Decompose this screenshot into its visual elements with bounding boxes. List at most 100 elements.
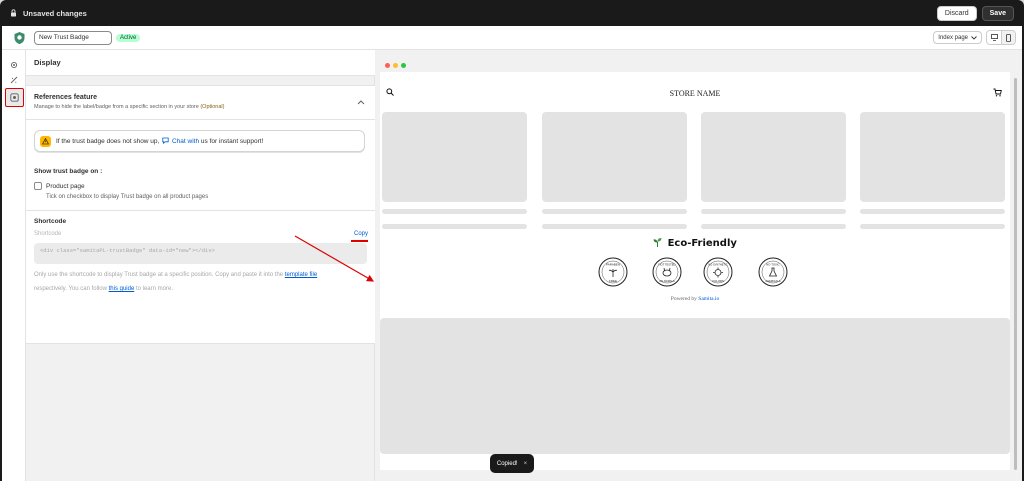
product-title-placeholder bbox=[860, 209, 1005, 214]
store-header: STORE NAME bbox=[380, 84, 1010, 102]
product-title-placeholder bbox=[382, 209, 527, 214]
eco-title-text: Eco-Friendly bbox=[667, 238, 737, 249]
references-subtitle: Manage to hide the label/badge from a sp… bbox=[34, 104, 364, 110]
svg-text:PARABEN: PARABEN bbox=[606, 263, 620, 267]
magic-icon bbox=[10, 76, 18, 84]
product-price-placeholder bbox=[382, 224, 527, 229]
badge-name-input[interactable] bbox=[34, 30, 112, 45]
display-icon bbox=[10, 93, 19, 102]
not-tested-on-animals-badge-icon: NOT TESTED ON ANIMALS bbox=[652, 257, 682, 287]
product-page-help: Tick on checkbox to display Trust badge … bbox=[46, 194, 209, 200]
annotation-arrow bbox=[294, 235, 375, 282]
store-name: STORE NAME bbox=[669, 88, 721, 98]
shortcode-label: Shortcode bbox=[34, 231, 62, 237]
alert-text-after: us for instant support! bbox=[200, 138, 264, 145]
shortcode-help-text-3: to learn more. bbox=[135, 286, 173, 292]
shortcode-help-line1: Only use the shortcode to display Trust … bbox=[34, 272, 317, 278]
warning-icon bbox=[40, 135, 51, 147]
paraben-free-badge-icon: PARABEN FREE bbox=[598, 257, 628, 287]
svg-text:ON ANIMALS: ON ANIMALS bbox=[659, 280, 675, 283]
alert-text-before: If the trust badge does not show up, bbox=[56, 138, 160, 145]
powered-by: Powered by Samita.io bbox=[380, 296, 1010, 302]
browser-frame: STORE NAME Eco-Friendly PARABEN FREE NOT… bbox=[380, 58, 1010, 470]
chevron-down-icon bbox=[971, 35, 977, 40]
product-image-placeholder bbox=[542, 112, 687, 202]
content-placeholder bbox=[380, 318, 1010, 454]
unsaved-changes-title: Unsaved changes bbox=[23, 8, 87, 18]
product-title-placeholder bbox=[542, 209, 687, 214]
toast-close-icon[interactable]: × bbox=[524, 461, 528, 467]
product-price-placeholder bbox=[860, 224, 1005, 229]
sprout-icon bbox=[653, 238, 662, 247]
store-preview: STORE NAME Eco-Friendly PARABEN FREE NOT… bbox=[375, 50, 1022, 481]
guide-link[interactable]: this guide bbox=[109, 286, 135, 292]
support-alert: If the trust badge does not show up, Cha… bbox=[34, 130, 365, 152]
toast-text: Copied! bbox=[496, 460, 518, 467]
powered-by-text: Powered by bbox=[670, 296, 697, 302]
product-image-placeholder bbox=[382, 112, 527, 202]
svg-text:FREE: FREE bbox=[609, 279, 617, 283]
references-header[interactable]: References feature Manage to hide the la… bbox=[34, 94, 364, 110]
preview-scrollbar[interactable] bbox=[1014, 78, 1017, 470]
mobile-view-button[interactable] bbox=[1001, 31, 1015, 44]
divider bbox=[26, 210, 375, 211]
status-badge: Active bbox=[116, 33, 141, 42]
lock-icon bbox=[11, 9, 16, 17]
svg-text:NO SYNTHETIC: NO SYNTHETIC bbox=[708, 263, 727, 267]
mobile-icon bbox=[1006, 33, 1011, 42]
device-toggle bbox=[986, 30, 1016, 45]
references-subtitle-text: Manage to hide the label/badge from a sp… bbox=[34, 104, 199, 110]
design-rail-button[interactable] bbox=[7, 73, 21, 87]
page-select-value: Index page bbox=[938, 34, 968, 41]
samita-logo-icon bbox=[14, 31, 24, 44]
svg-text:COLORS: COLORS bbox=[712, 279, 724, 283]
product-image-placeholder bbox=[860, 112, 1005, 202]
shortcode-help-text: Only use the shortcode to display Trust … bbox=[34, 272, 284, 278]
chat-link[interactable]: Chat with bbox=[172, 138, 199, 145]
settings-panel: Display References feature Manage to hid… bbox=[26, 50, 375, 481]
chevron-up-icon[interactable] bbox=[357, 99, 365, 105]
copied-toast: Copied! × bbox=[490, 454, 534, 473]
product-page-label: Product page bbox=[46, 182, 85, 190]
window-dot-red bbox=[385, 62, 390, 68]
window-dot-green bbox=[401, 62, 406, 68]
svg-text:NOT TESTED: NOT TESTED bbox=[659, 263, 676, 267]
product-page-option[interactable]: Product page bbox=[34, 182, 85, 190]
product-title-placeholder bbox=[701, 209, 846, 214]
app-header: Active Index page bbox=[2, 26, 1022, 50]
browser-bar bbox=[380, 58, 1010, 72]
divider bbox=[26, 119, 375, 120]
cart-icon bbox=[993, 88, 1002, 97]
gear-icon bbox=[10, 61, 18, 69]
shortcode-help-line2: respectively. You can follow this guide … bbox=[34, 286, 173, 292]
display-rail-button[interactable] bbox=[5, 88, 24, 107]
product-page-checkbox[interactable] bbox=[34, 182, 42, 190]
optional-tag: (Optional) bbox=[200, 104, 225, 110]
no-synthetic-colors-badge-icon: NO SYNTHETIC COLORS bbox=[703, 257, 733, 287]
app-logo bbox=[8, 27, 30, 49]
discard-button[interactable]: Discard bbox=[936, 5, 977, 21]
show-on-title: Show trust badge on : bbox=[34, 168, 103, 175]
product-price-placeholder bbox=[542, 224, 687, 229]
product-price-placeholder bbox=[701, 224, 846, 229]
desktop-view-button[interactable] bbox=[987, 31, 1001, 44]
samita-link[interactable]: Samita.io bbox=[698, 296, 719, 302]
svg-text:CHEMICALS: CHEMICALS bbox=[765, 279, 780, 283]
chat-icon bbox=[162, 137, 169, 145]
page-select[interactable]: Index page bbox=[933, 31, 982, 44]
side-icon-rail bbox=[2, 50, 26, 481]
references-title: References feature bbox=[34, 94, 98, 101]
window-dot-yellow bbox=[393, 62, 398, 68]
desktop-icon bbox=[990, 34, 998, 41]
panel-title: Display bbox=[26, 50, 375, 76]
warning-glyph bbox=[42, 137, 49, 144]
no-toxic-chemicals-badge-icon: NO TOXIC CHEMICALS bbox=[758, 257, 788, 287]
product-image-placeholder bbox=[701, 112, 846, 202]
shortcode-help-text-2: respectively. You can follow bbox=[34, 286, 107, 292]
unsaved-changes-bar: Unsaved changes Discard Save bbox=[0, 0, 1024, 26]
references-card: References feature Manage to hide the la… bbox=[26, 85, 375, 344]
save-button[interactable]: Save bbox=[981, 5, 1014, 21]
shortcode-title: Shortcode bbox=[34, 218, 67, 225]
svg-text:NO TOXIC: NO TOXIC bbox=[766, 263, 779, 267]
settings-rail-button[interactable] bbox=[7, 58, 21, 72]
